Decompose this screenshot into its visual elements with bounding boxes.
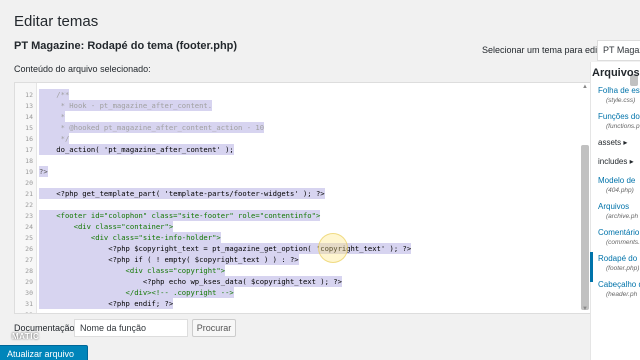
sidebar-file-name: (header.ph	[606, 291, 638, 298]
code-text: <?php echo wp_kses_data( $copyright_text…	[39, 276, 342, 287]
watermark-logo: MATIC	[12, 332, 39, 341]
line-number: 32	[15, 310, 33, 313]
sidebar-file-name: (functions.p	[606, 123, 640, 130]
code-text: *	[39, 111, 65, 122]
sidebar-file-link[interactable]: Arquivos	[598, 202, 629, 211]
sidebar-file-link[interactable]: Folha de est	[598, 86, 640, 95]
theme-select-label: Selecionar um tema para editar:	[482, 45, 611, 55]
code-text: <div class="site-info-holder">	[39, 232, 221, 243]
code-line[interactable]: 21 <?php get_template_part( 'template-pa…	[15, 188, 591, 199]
code-line[interactable]: 15 * @hooked pt_magazine_after_content_a…	[15, 122, 591, 133]
code-line[interactable]: 17 do_action( 'pt_magazine_after_content…	[15, 144, 591, 155]
code-line[interactable]: 13 * Hook - pt_magazine_after_content.	[15, 100, 591, 111]
page-title: Editar temas	[14, 13, 99, 30]
code-line[interactable]: 24 <div class="container">	[15, 221, 591, 232]
lookup-button[interactable]: Procurar	[192, 319, 236, 337]
code-text: <?php if ( ! empty( $copyright_text ) ) …	[39, 254, 299, 265]
sidebar-file-name: (footer.php)	[606, 265, 640, 272]
cursor-highlight	[318, 233, 348, 263]
code-text: <?php endif; ?>	[39, 298, 174, 309]
sidebar-file-link[interactable]: Cabeçalho d	[598, 280, 640, 289]
code-text: <div class="copyright">	[39, 265, 226, 276]
sidebar-file-link[interactable]: Modelo de	[598, 176, 635, 185]
sidebar-title: Arquivos d	[592, 67, 640, 79]
code-text: ?>	[39, 166, 48, 177]
code-line[interactable]: 26 <?php $copyright_text = pt_magazine_g…	[15, 243, 591, 254]
code-line[interactable]: 16 */	[15, 133, 591, 144]
sidebar-file-link[interactable]: Rodapé do	[598, 254, 637, 263]
code-line[interactable]: 31 <?php endif; ?>	[15, 298, 591, 309]
code-line[interactable]: 30 </div><!-- .copyright -->	[15, 287, 591, 298]
scroll-up-icon[interactable]: ▲	[582, 84, 588, 90]
file-title: PT Magazine: Rodapé do tema (footer.php)	[14, 40, 238, 52]
theme-select[interactable]: PT Magaz	[597, 40, 640, 61]
code-line[interactable]: 23 <footer id="colophon" class="site-foo…	[15, 210, 591, 221]
code-text: </div><!-- .copyright -->	[39, 287, 234, 298]
scroll-down-icon[interactable]: ▼	[582, 306, 588, 312]
sidebar-folder[interactable]: includes ▸	[598, 157, 634, 166]
sidebar-file-link[interactable]: Comentário	[598, 228, 639, 237]
sidebar-file-name: (archive.ph	[606, 213, 639, 220]
code-text: * @hooked pt_magazine_after_content_acti…	[39, 122, 265, 133]
code-text: <?php $copyright_text = pt_magazine_get_…	[39, 243, 412, 254]
active-file-indicator	[590, 252, 593, 282]
code-line[interactable]: 12 /**	[15, 89, 591, 100]
code-line[interactable]: 32	[15, 309, 591, 313]
code-text: <footer id="colophon" class="site-footer…	[39, 210, 321, 221]
file-content-label: Conteúdo do arquivo selecionado:	[14, 64, 151, 74]
code-text: /**	[39, 89, 70, 100]
code-line[interactable]: 29 <?php echo wp_kses_data( $copyright_t…	[15, 276, 591, 287]
sidebar-file-name: (comments.	[606, 239, 640, 246]
code-editor[interactable]: 12 /** 13 * Hook - pt_magazine_after_cont…	[14, 82, 592, 314]
update-file-button[interactable]: Atualizar arquivo	[0, 345, 88, 360]
code-text: * Hook - pt_magazine_after_content.	[39, 100, 213, 111]
sidebar-folder[interactable]: assets ▸	[598, 138, 627, 147]
code-lines: 12 /** 13 * Hook - pt_magazine_after_cont…	[15, 89, 591, 313]
code-text: */	[39, 133, 70, 144]
code-line[interactable]: 19 ?>	[15, 166, 591, 177]
code-text: <div class="container">	[39, 221, 174, 232]
code-text: <?php get_template_part( 'template-parts…	[39, 188, 325, 199]
code-line[interactable]: 20	[15, 177, 591, 188]
code-line[interactable]: 28 <div class="copyright">	[15, 265, 591, 276]
sidebar-file-name: (404.php)	[606, 187, 634, 194]
theme-files-sidebar	[590, 62, 640, 360]
documentation-select[interactable]: Nome da função	[74, 319, 188, 337]
code-line[interactable]: 27 <?php if ( ! empty( $copyright_text )…	[15, 254, 591, 265]
code-text: do_action( 'pt_magazine_after_content' )…	[39, 144, 234, 155]
code-line[interactable]: 25 <div class="site-info-holder">	[15, 232, 591, 243]
editor-scrollbar-thumb[interactable]	[581, 145, 589, 310]
sidebar-file-name: (style.css)	[606, 97, 636, 104]
sidebar-file-link[interactable]: Funções do	[598, 112, 640, 121]
code-line[interactable]: 14 *	[15, 111, 591, 122]
editor-scrollbar[interactable]	[581, 89, 589, 310]
code-line[interactable]: 18	[15, 155, 591, 166]
code-line[interactable]: 22	[15, 199, 591, 210]
watermark-logo-text: MATIC	[12, 332, 40, 341]
